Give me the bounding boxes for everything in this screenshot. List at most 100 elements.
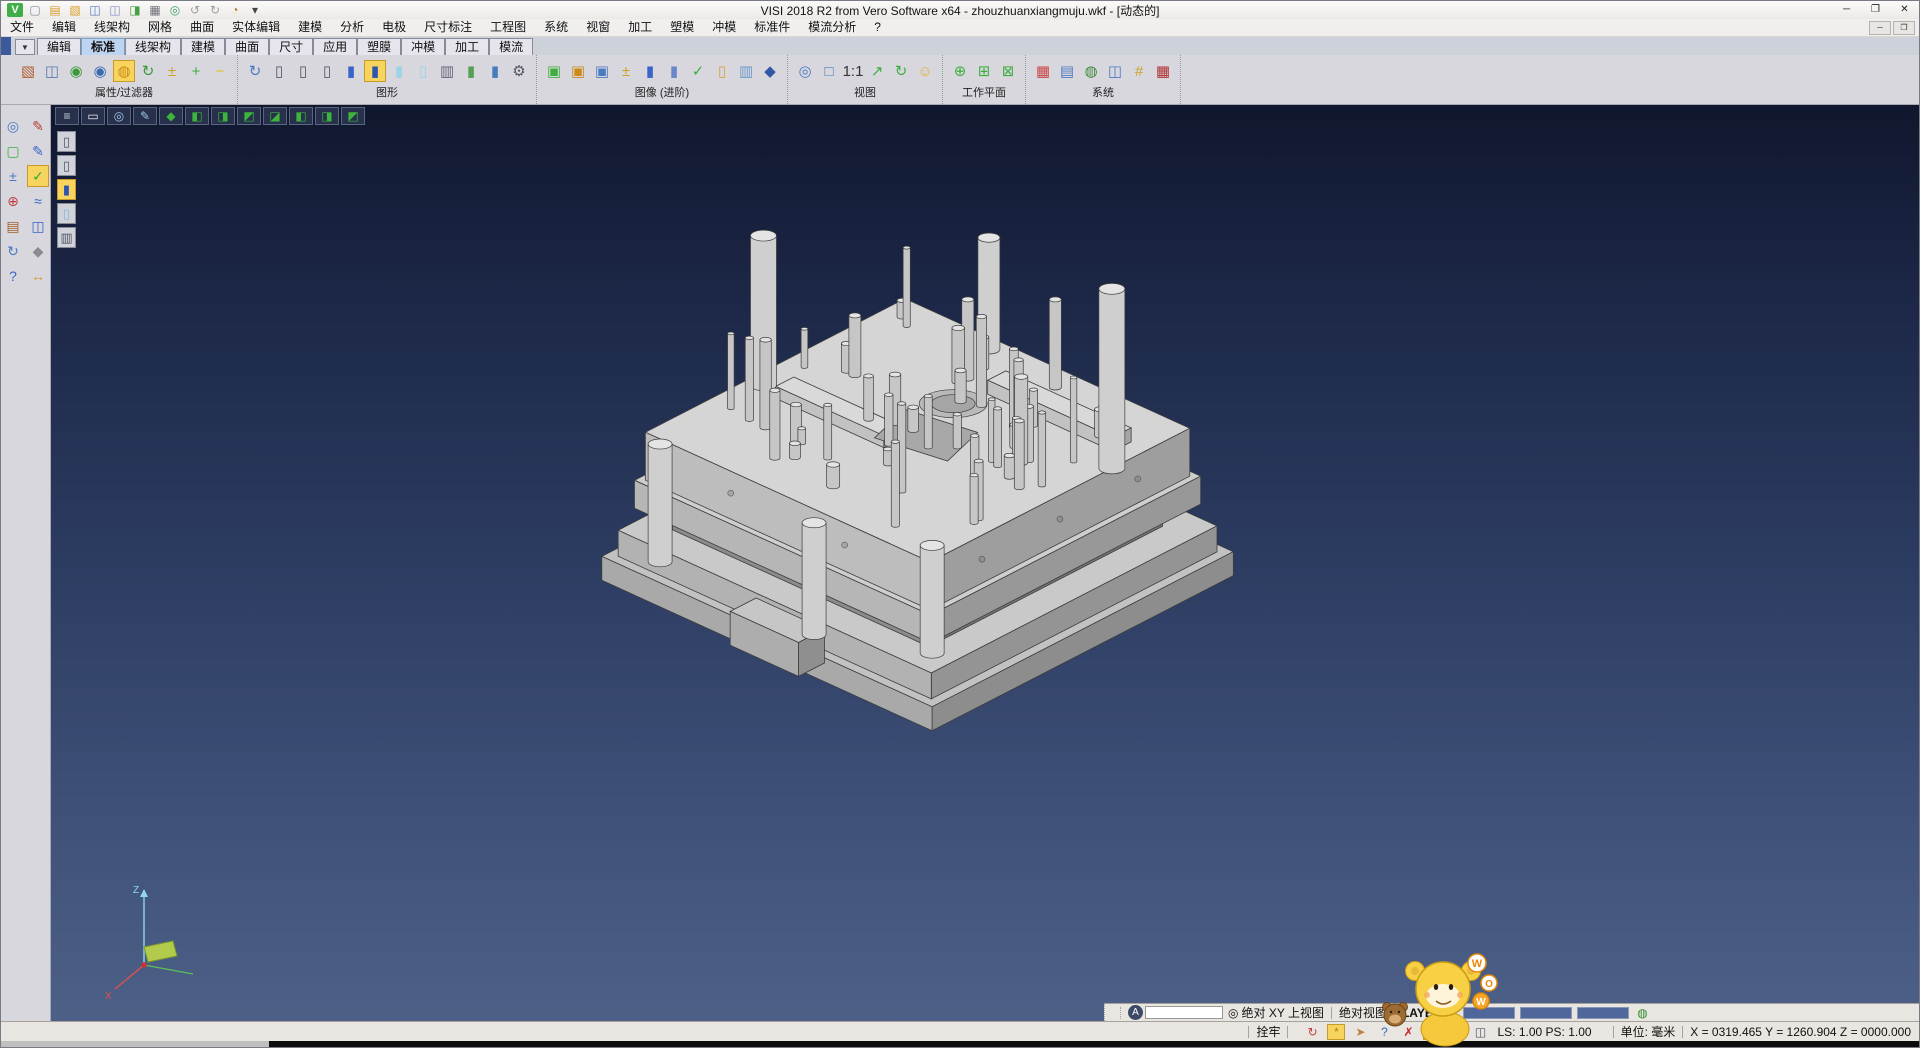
adv-show-icon[interactable]: ▣ [543,60,565,82]
zoom-inout-icon[interactable]: ± [2,165,24,187]
striped-cylinder-icon[interactable]: ▮ [663,60,685,82]
add-filter-icon[interactable]: + [185,60,207,82]
strip-wireframe-icon[interactable]: ▯ [57,131,76,152]
visi-logo-icon[interactable]: V [7,3,23,17]
tab-machining[interactable]: 加工 [445,38,489,55]
view-iso-ne-icon[interactable]: ◧ [185,107,209,125]
tab-dimension[interactable]: 尺寸 [269,38,313,55]
wireframe-cylinder-icon[interactable]: ▯ [268,60,290,82]
search-icon[interactable]: ◎ [1228,1006,1238,1020]
tag-cylinder-icon[interactable]: ▯ [711,60,733,82]
snap-grid-icon[interactable]: # [1128,60,1150,82]
wcs-icon[interactable]: ⊕ [2,190,24,212]
update-render-icon[interactable]: ▮ [460,60,482,82]
visibility-filter-icon[interactable]: ◍ [113,60,135,82]
open-file-icon[interactable]: ▤ [47,3,63,17]
print-icon[interactable]: ▦ [147,3,163,17]
menu-help[interactable]: ? [865,19,890,36]
tab-standard[interactable]: 标准 [81,38,125,55]
view-back-icon[interactable]: ◩ [341,107,365,125]
globe-icon[interactable]: ◍ [1637,1006,1647,1020]
print-preview-icon[interactable]: ◎ [167,3,183,17]
avatar[interactable]: A [1128,1005,1143,1020]
strip-hidden-line-icon[interactable]: ▯ [57,155,76,176]
system-tools-icon[interactable]: ◍ [1080,60,1102,82]
adv-filter-icon[interactable]: ▣ [567,60,589,82]
zoom-window-icon[interactable]: □ [818,60,840,82]
menu-mesh[interactable]: 网格 [139,19,181,36]
menu-mould[interactable]: 塑模 [661,19,703,36]
menu-drawing[interactable]: 工程图 [481,19,535,36]
refresh-icon[interactable]: ↻ [2,240,24,262]
menu-modeling[interactable]: 建模 [289,19,331,36]
undo-icon[interactable]: ↺ [187,3,203,17]
tab-die[interactable]: 冲模 [401,38,445,55]
view-front-icon[interactable]: ◧ [289,107,313,125]
view-right-icon[interactable]: ◨ [315,107,339,125]
confirm-icon[interactable]: ✓ [27,165,49,187]
view-orient-icon[interactable]: ☺ [914,60,936,82]
layers-icon[interactable]: ▤ [2,215,24,237]
regen-graphics-icon[interactable]: ↻ [244,60,266,82]
transparent-cylinder-icon[interactable]: ▮ [388,60,410,82]
save-all-icon[interactable]: ◨ [127,3,143,17]
view-mode-indicator[interactable]: 绝对 XY 上视图 [1241,1004,1323,1021]
view-iso-nw-icon[interactable]: ◨ [211,107,235,125]
mdi-minimize-button[interactable]: ─ [1869,21,1891,35]
hidden-line-cylinder-icon[interactable]: ▯ [292,60,314,82]
tab-application[interactable]: 应用 [313,38,357,55]
help-icon[interactable]: ? [2,265,24,287]
mdi-restore-button[interactable]: ❐ [1893,21,1915,35]
color-palette-icon[interactable]: ▦ [1032,60,1054,82]
menu-analysis[interactable]: 分析 [331,19,373,36]
pick-hand-icon[interactable]: ➤ [1351,1024,1369,1040]
maximize-button[interactable]: ❐ [1861,2,1890,18]
lock-label[interactable]: 拴牢 [1256,1023,1280,1040]
copy-attributes-icon[interactable]: ◫ [41,60,63,82]
strip-hatched-icon[interactable]: ▥ [57,227,76,248]
view-menu-icon[interactable]: ≡ [55,107,79,125]
magic-wand-icon[interactable]: * [1327,1024,1345,1040]
menu-wireframe[interactable]: 线架构 [85,19,139,36]
menu-window[interactable]: 视窗 [577,19,619,36]
ghost-cylinder-icon[interactable]: ▯ [412,60,434,82]
window-tools-icon[interactable]: ◫ [1104,60,1126,82]
save-icon[interactable]: ◫ [87,3,103,17]
show-entities-icon[interactable]: ◉ [65,60,87,82]
view-plane-icon[interactable]: ▭ [81,107,105,125]
zoom-extents-icon[interactable]: ◎ [794,60,816,82]
workplane-view-icon[interactable]: ⊠ [997,60,1019,82]
menu-system[interactable]: 系统 [535,19,577,36]
menu-edit[interactable]: 编辑 [43,19,85,36]
workplane-origin-icon[interactable]: ⊕ [949,60,971,82]
zoom-select-icon[interactable]: ◎ [2,115,24,137]
strip-ghost-icon[interactable]: ▯ [57,203,76,224]
tab-modeling[interactable]: 建模 [181,38,225,55]
plane-select-icon[interactable]: ▢ [2,140,24,162]
rotate-view-icon[interactable]: ↻ [890,60,912,82]
curve-icon[interactable]: ≈ [27,190,49,212]
viewport-3d[interactable]: ≡▭◎✎◆◧◨◩◪◧◨◩ ▯▯▮▯▥ Z X A [51,105,1919,1021]
menu-die[interactable]: 冲模 [703,19,745,36]
view-zoom-icon[interactable]: ◎ [107,107,131,125]
menu-dimension[interactable]: 尺寸标注 [415,19,481,36]
model-3d[interactable] [51,105,1919,1021]
shaded-edges-cylinder-icon[interactable]: ▮ [364,60,386,82]
shaded-view-cube-icon[interactable]: ◆ [759,60,781,82]
toggle-visibility-icon[interactable]: ± [161,60,183,82]
search-input[interactable] [1145,1006,1223,1019]
menu-flow-analysis[interactable]: 模流分析 [799,19,865,36]
tab-surface[interactable]: 曲面 [225,38,269,55]
close-button[interactable]: ✕ [1890,2,1919,18]
menu-solid-edit[interactable]: 实体编辑 [223,19,289,36]
toolbar-options-icon[interactable]: ▾ [247,3,263,17]
remove-filter-icon[interactable]: − [209,60,231,82]
copy-render-icon[interactable]: ▮ [484,60,506,82]
solid-cube-icon[interactable]: ◆ [27,240,49,262]
shaded-cylinder-icon[interactable]: ▮ [340,60,362,82]
refresh-lock-icon[interactable]: ↻ [1303,1024,1321,1040]
strip-shaded-icon[interactable]: ▮ [57,179,76,200]
mesh-cylinder-icon[interactable]: ▥ [735,60,757,82]
save-as-icon[interactable]: ◫ [107,3,123,17]
hide-entities-icon[interactable]: ◉ [89,60,111,82]
